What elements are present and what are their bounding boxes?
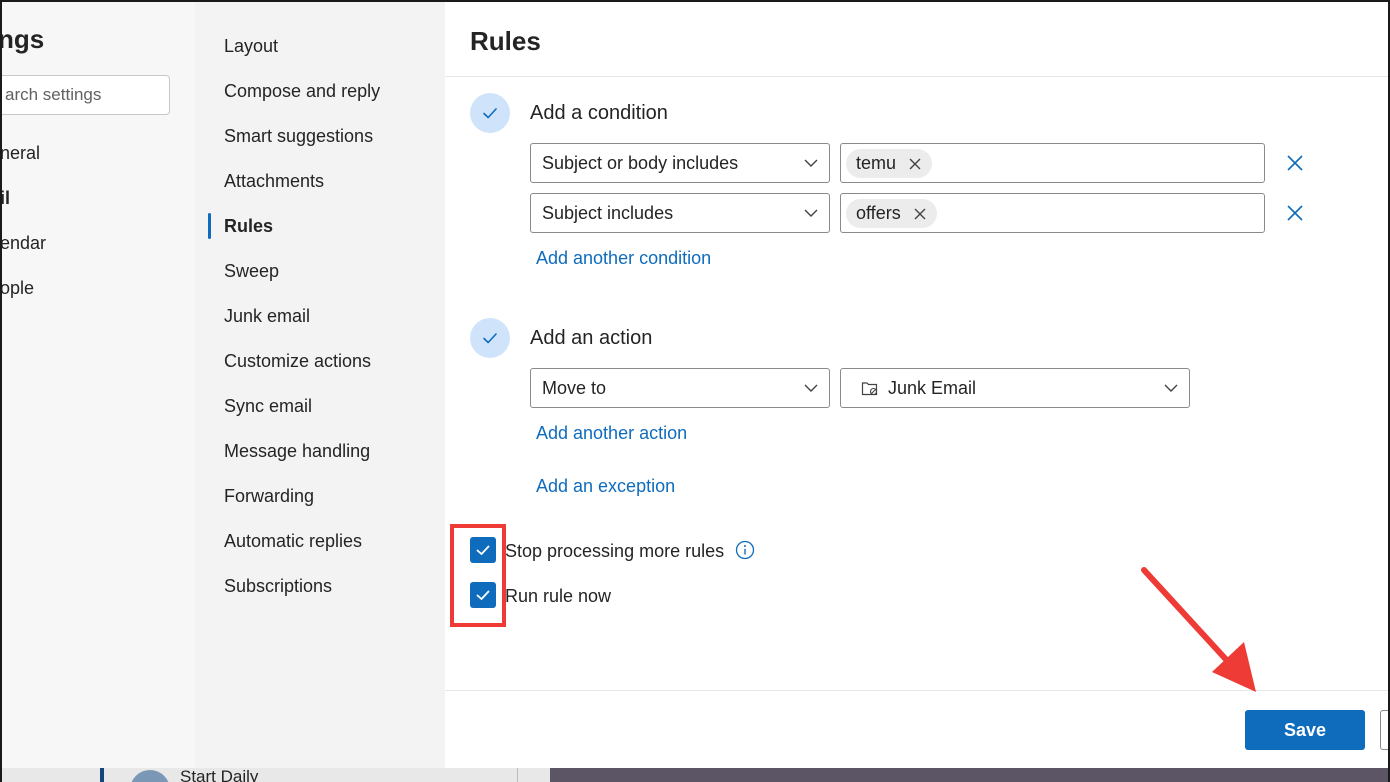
condition-1-chip: temu xyxy=(846,149,933,178)
chevron-down-icon xyxy=(804,159,818,167)
stop-processing-label: Stop processing more rules xyxy=(505,541,725,561)
chip-label: offers xyxy=(856,203,901,223)
condition-1-value-field[interactable]: temu xyxy=(840,143,1265,183)
category-mail[interactable]: il xyxy=(2,188,10,209)
chevron-down-icon xyxy=(804,384,818,392)
page-title: Rules xyxy=(470,26,541,56)
action-step-label: Add an action xyxy=(530,327,653,349)
action-type-dropdown[interactable]: Move to xyxy=(530,368,830,408)
remove-chip-icon[interactable] xyxy=(908,157,922,171)
nav-item-message-handling[interactable]: Message handling xyxy=(224,441,370,462)
condition-2-field-value: Subject includes xyxy=(542,203,674,223)
nav-item-sync-email[interactable]: Sync email xyxy=(224,396,312,417)
taskbar: Start Daily xyxy=(2,767,1388,782)
nav-item-layout[interactable]: Layout xyxy=(224,36,278,57)
nav-item-rules[interactable]: Rules xyxy=(224,216,273,237)
add-exception-link[interactable]: Add an exception xyxy=(536,476,675,497)
annotation-arrow-icon xyxy=(1141,567,1256,692)
active-indicator xyxy=(208,213,211,239)
nav-item-compose-and-reply[interactable]: Compose and reply xyxy=(224,81,380,102)
category-general[interactable]: neral xyxy=(2,143,40,164)
nav-item-forwarding[interactable]: Forwarding xyxy=(224,486,314,507)
save-button[interactable]: Save xyxy=(1245,710,1365,750)
search-settings-input[interactable]: arch settings xyxy=(2,75,170,115)
remove-chip-icon[interactable] xyxy=(913,207,927,221)
condition-2-chip: offers xyxy=(846,199,937,228)
condition-2-field-dropdown[interactable]: Subject includes xyxy=(530,193,830,233)
action-step-check-icon xyxy=(470,318,510,358)
info-icon[interactable] xyxy=(735,540,755,560)
add-another-action-link[interactable]: Add another action xyxy=(536,423,687,444)
category-people[interactable]: ople xyxy=(2,278,34,299)
action-type-value: Move to xyxy=(542,378,607,398)
nav-item-sweep[interactable]: Sweep xyxy=(224,261,279,282)
mail-settings-nav: Layout Compose and reply Smart suggestio… xyxy=(195,2,445,782)
nav-item-automatic-replies[interactable]: Automatic replies xyxy=(224,531,362,552)
chevron-down-icon xyxy=(1164,384,1178,392)
taskbar-item-label[interactable]: Start Daily xyxy=(180,767,258,782)
nav-item-subscriptions[interactable]: Subscriptions xyxy=(224,576,332,597)
settings-categories-pane: ngs arch settings neral il endar ople xyxy=(2,2,195,782)
chevron-down-icon xyxy=(804,209,818,217)
condition-2-value-field[interactable]: offers xyxy=(840,193,1265,233)
remove-condition-1-icon[interactable] xyxy=(1286,154,1304,172)
condition-step-label: Add a condition xyxy=(530,102,668,124)
taskbar-accent-line xyxy=(100,768,104,782)
taskbar-item-area xyxy=(2,768,550,782)
discard-button[interactable] xyxy=(1380,710,1388,750)
folder-value: Junk Email xyxy=(888,378,977,398)
nav-item-smart-suggestions[interactable]: Smart suggestions xyxy=(224,126,373,147)
condition-step-check-icon xyxy=(470,93,510,133)
app-window: ngs arch settings neral il endar ople La… xyxy=(0,0,1390,782)
taskbar-divider xyxy=(517,768,518,782)
folder-dropdown[interactable]: Junk Email xyxy=(840,368,1190,408)
folder-icon xyxy=(861,382,878,396)
chip-label: temu xyxy=(856,153,897,173)
header-divider xyxy=(445,76,1388,77)
remove-condition-2-icon[interactable] xyxy=(1286,204,1304,222)
nav-item-attachments[interactable]: Attachments xyxy=(224,171,324,192)
add-another-condition-link[interactable]: Add another condition xyxy=(536,248,711,269)
category-calendar[interactable]: endar xyxy=(2,233,46,254)
condition-1-field-value: Subject or body includes xyxy=(542,153,739,173)
settings-title: ngs xyxy=(0,24,45,54)
annotation-highlight-box xyxy=(450,524,506,627)
nav-item-customize-actions[interactable]: Customize actions xyxy=(224,351,371,372)
nav-item-junk-email[interactable]: Junk email xyxy=(224,306,310,327)
condition-1-field-dropdown[interactable]: Subject or body includes xyxy=(530,143,830,183)
run-rule-now-label: Run rule now xyxy=(505,586,612,606)
